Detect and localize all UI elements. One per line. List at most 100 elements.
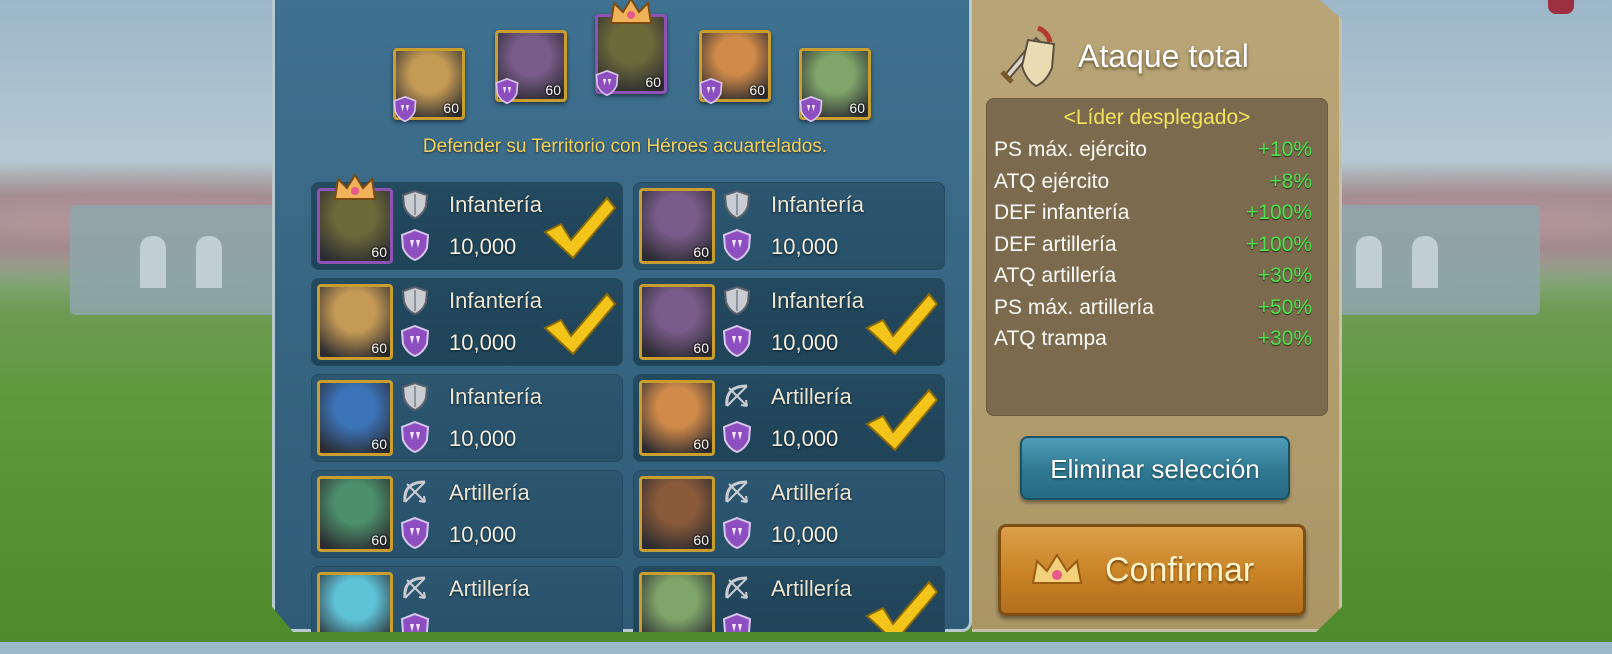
troop-count: 10,000 [449, 426, 517, 451]
troop-type-label: Artillería [449, 576, 530, 601]
hero-portrait: 60 [639, 380, 715, 456]
rank-badge-icon [392, 95, 418, 123]
hero-card[interactable]: 60 Infantería 10,000 [311, 278, 623, 366]
hero-level: 60 [693, 436, 709, 452]
rank-badge-icon [399, 612, 431, 632]
rank-badge-icon [698, 77, 724, 105]
hero-card[interactable]: 60 Infantería 10,000 [311, 173, 623, 270]
troop-type-label: Infantería [449, 288, 542, 313]
clear-selection-button[interactable]: Eliminar selección [1020, 436, 1290, 500]
deployed-heroes-row: 60 60 60 60 60 [275, 0, 972, 140]
hero-portrait: 60 [639, 284, 715, 360]
hero-card[interactable]: 60 Infantería 10,000 [311, 374, 623, 462]
troop-type-label: Infantería [771, 288, 864, 313]
hero-portrait [639, 572, 715, 632]
crown-icon [332, 173, 378, 201]
rank-badge-icon [721, 516, 753, 550]
rank-badge-icon [798, 95, 824, 123]
bonus-label: DEF artillería [994, 232, 1117, 256]
bonus-row: PS máx. ejército +10% [994, 138, 1320, 168]
crown-icon [608, 0, 654, 25]
background-arch [1356, 236, 1382, 288]
hero-level: 60 [443, 100, 459, 116]
troop-type-label: Infantería [771, 192, 864, 217]
bow-icon [721, 572, 753, 604]
bonus-label: ATQ ejército [994, 169, 1110, 193]
background-arch [1412, 236, 1438, 288]
bonus-value: +100% [1246, 201, 1312, 224]
hero-level: 60 [849, 100, 865, 116]
hero-portrait: 60 [317, 173, 393, 264]
hero-selection-panel: 60 60 60 60 60 Defender su Territorio con Hé… [272, 0, 972, 632]
bonus-row: PS máx. artillería +50% [994, 296, 1320, 326]
rank-badge-icon [399, 420, 431, 454]
bonus-value: +50% [1257, 295, 1312, 319]
hero-level: 60 [645, 74, 661, 90]
bow-icon [399, 476, 431, 508]
rank-badge-icon [721, 420, 753, 454]
bonus-value: +30% [1257, 327, 1312, 350]
checkmark-icon [861, 578, 941, 632]
confirm-button[interactable]: Confirmar [998, 524, 1306, 616]
hero-level: 60 [371, 244, 387, 260]
shield-icon [399, 380, 431, 412]
checkmark-icon [539, 290, 619, 358]
bonus-row: DEF artillería +100% [994, 233, 1320, 263]
rank-badge-icon [721, 612, 753, 632]
bonus-label: PS máx. ejército [994, 138, 1147, 161]
bonus-label: ATQ trampa [994, 327, 1107, 350]
rank-badge-icon [399, 324, 431, 358]
bonus-panel: Ataque total <Líder desplegado> PS máx. … [972, 0, 1342, 632]
hero-level: 60 [371, 436, 387, 452]
hero-card[interactable]: Artillería [633, 566, 945, 632]
deployed-hero-portrait[interactable]: 60 [698, 30, 771, 105]
hero-level: 60 [693, 340, 709, 356]
hero-level: 60 [693, 532, 709, 548]
bonus-row: ATQ artillería +30% [994, 264, 1320, 294]
bonus-row: ATQ trampa +30% [994, 327, 1320, 357]
hero-card[interactable]: 60 Artillería 10,000 [633, 470, 945, 558]
deployed-hero-portrait[interactable]: 60 [494, 30, 567, 105]
bonus-value: +30% [1257, 264, 1312, 287]
rank-badge-icon [494, 77, 520, 105]
troop-type-label: Infantería [449, 384, 542, 409]
checkmark-icon [539, 194, 619, 262]
deployed-hero-portrait[interactable]: 60 [594, 0, 667, 97]
bonus-value: +100% [1246, 232, 1312, 256]
bow-icon [721, 380, 753, 412]
crown-icon [1031, 553, 1083, 584]
hero-card[interactable]: 60 Infantería 10,000 [633, 278, 945, 366]
troop-count: 10,000 [771, 426, 839, 451]
troop-count: 10,000 [771, 522, 839, 547]
confirm-label: Confirmar [1105, 551, 1255, 589]
background-arch [196, 236, 222, 288]
corner-badge[interactable] [1548, 0, 1574, 14]
hero-level: 60 [371, 340, 387, 356]
troop-count: 10,000 [771, 330, 839, 355]
hero-card[interactable]: 60 Infantería 10,000 [633, 182, 945, 270]
background-wall-left [70, 205, 280, 315]
troop-type-label: Artillería [771, 576, 852, 601]
hero-card[interactable]: Artillería [311, 566, 623, 632]
panel-subtitle: Defender su Territorio con Héroes acuart… [422, 136, 828, 157]
sword-shield-icon [1000, 25, 1056, 88]
troop-type-label: Infantería [449, 192, 542, 217]
bonus-row: ATQ ejército +8% [994, 170, 1320, 200]
hero-card[interactable]: 60 Artillería 10,000 [633, 374, 945, 462]
panel-title: Ataque total [1078, 38, 1249, 74]
hero-portrait: 60 [639, 476, 715, 552]
rank-badge-icon [594, 69, 620, 97]
rank-badge-icon [399, 228, 431, 262]
shield-icon [399, 188, 431, 220]
bonus-label: DEF infantería [994, 201, 1130, 224]
bow-icon [721, 476, 753, 508]
deployed-hero-portrait[interactable]: 60 [798, 48, 871, 123]
bonus-list: <Líder desplegado> PS máx. ejército +10% A… [986, 98, 1328, 416]
shield-icon [721, 188, 753, 220]
rank-badge-icon [721, 324, 753, 358]
troop-type-label: Artillería [449, 480, 530, 505]
hero-card[interactable]: 60 Artillería 10,000 [311, 470, 623, 558]
deployed-hero-portrait[interactable]: 60 [392, 48, 465, 123]
bonus-value: +10% [1257, 138, 1312, 161]
rank-badge-icon [399, 516, 431, 550]
